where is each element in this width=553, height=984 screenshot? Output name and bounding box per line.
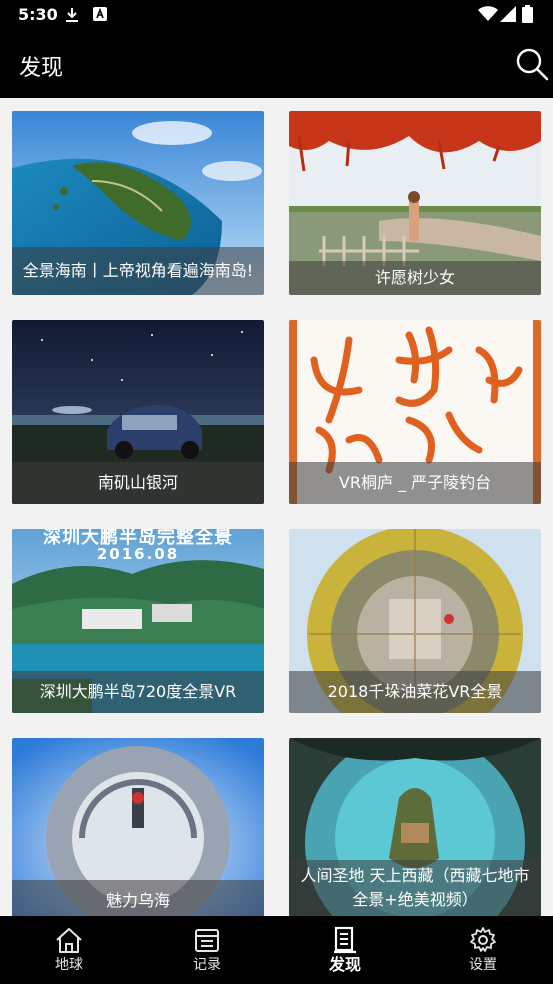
nav-settings[interactable]: 设置 [414,916,552,984]
card-caption: 人间圣地 天上西藏（西藏七地市全景+绝美视频） [289,860,541,916]
card-caption: 2018千垛油菜花VR全景 [289,671,541,713]
page-title: 发现 [19,56,64,81]
card-caption: 许愿树少女 [289,261,541,295]
card-wuhai[interactable]: 魅力乌海 [12,738,264,916]
bottom-nav: 地球 记录 发现 设置 [0,916,553,984]
wifi-icon [478,6,498,21]
card-tonglu[interactable]: VR桐庐 _ 严子陵钓台 [289,320,541,504]
nav-discover-label: 发现 [328,955,361,974]
card-date-text: 2016.08 [96,545,180,563]
status-bar: 5:30 [0,0,553,31]
app-bar: 发现 [0,31,553,98]
card-hainan[interactable]: 全景海南丨上帝视角看遍海南岛! [12,111,264,295]
card-caption: 深圳大鹏半岛720度全景VR [12,671,264,713]
card-wishing-tree[interactable]: 许愿树少女 [289,111,541,295]
search-icon[interactable] [515,47,549,81]
nav-discover[interactable]: 发现 [276,916,414,984]
home-icon [56,928,82,953]
download-icon [66,8,78,22]
card-caption: 南矶山银河 [12,462,264,504]
nav-record-label: 记录 [193,957,221,973]
nav-earth[interactable]: 地球 [0,916,138,984]
signal-icon [500,6,516,22]
record-icon [195,929,219,952]
nav-settings-label: 设置 [469,957,497,973]
card-caption: 全景海南丨上帝视角看遍海南岛! [12,247,264,295]
card-caption: VR桐庐 _ 严子陵钓台 [289,462,541,504]
nav-earth-label: 地球 [55,957,83,973]
card-shenzhen-dapeng[interactable]: 深圳大鹏半岛完整全景 2016.08 深圳大鹏半岛720度全景VR [12,529,264,713]
card-rapeseed[interactable]: 2018千垛油菜花VR全景 [289,529,541,713]
status-time: 5:30 [18,5,58,24]
settings-icon [470,927,496,952]
discover-icon [334,926,356,954]
card-tibet[interactable]: 人间圣地 天上西藏（西藏七地市全景+绝美视频） [289,738,541,916]
card-nanji-milkyway[interactable]: 南矶山银河 [12,320,264,504]
nav-record[interactable]: 记录 [138,916,276,984]
battery-icon [522,5,533,23]
card-caption: 魅力乌海 [12,880,264,916]
app-notification-icon [93,7,107,21]
discover-grid: 全景海南丨上帝视角看遍海南岛! 许愿树少女 南矶山银河 VR桐庐 _ 严子陵钓台… [0,98,553,916]
